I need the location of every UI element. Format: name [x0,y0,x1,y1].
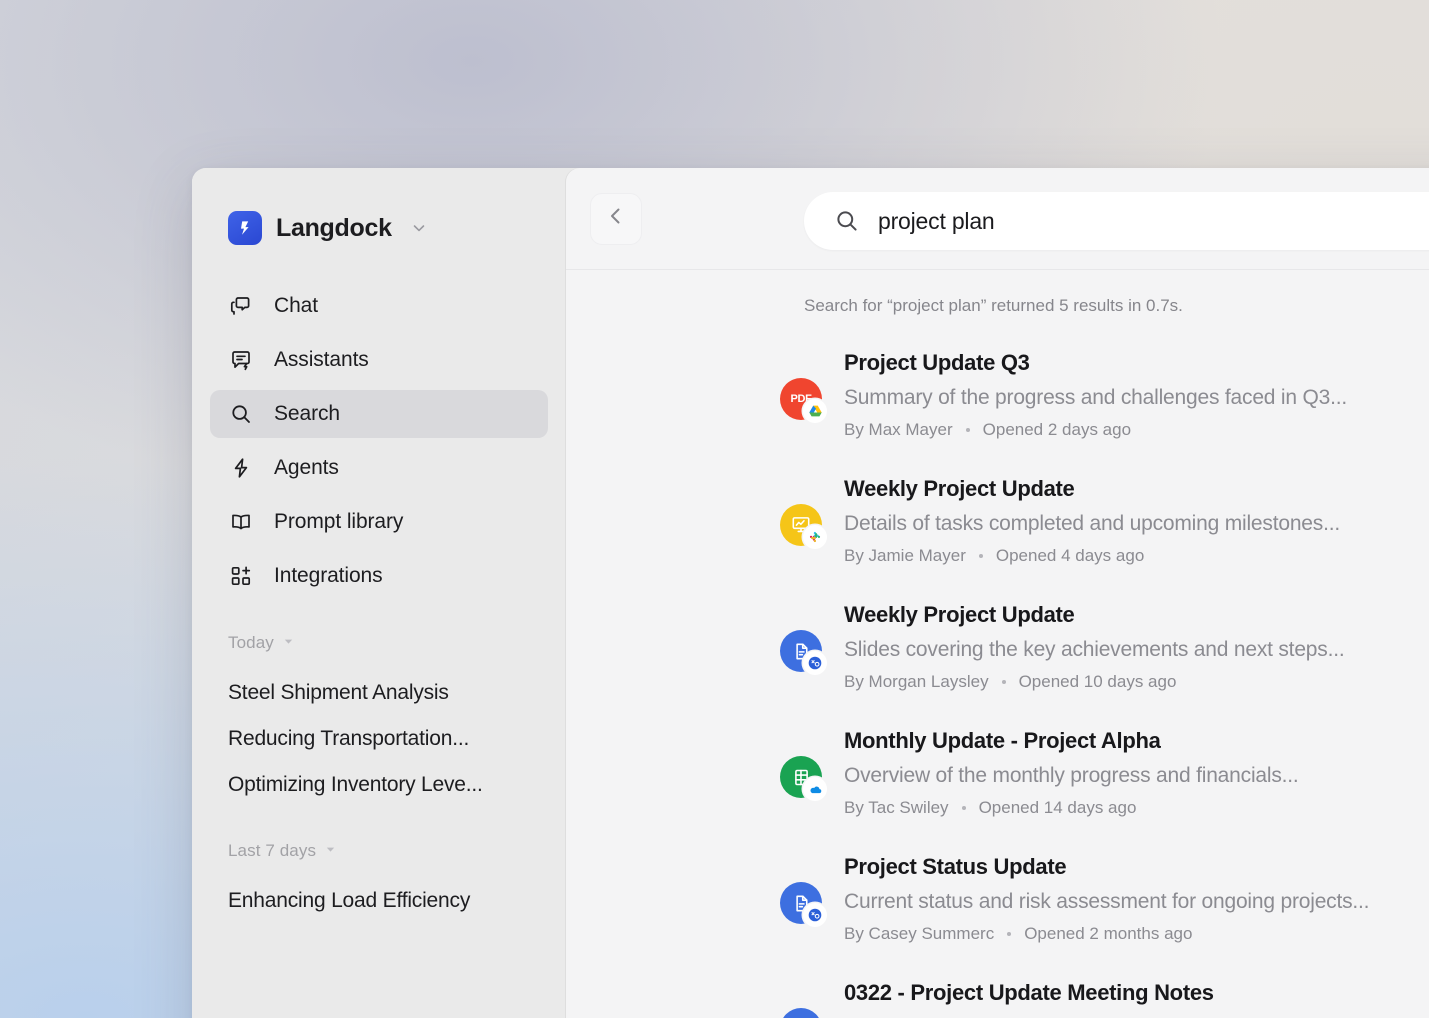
history-item[interactable]: Steel Shipment Analysis [192,670,566,716]
search-result-body: Project Update Q3 Summary of the progres… [844,342,1429,440]
results-summary-text: Search for “project plan” returned 5 res… [804,296,1183,315]
meta-separator-dot [965,428,970,432]
history-group-last-7-days[interactable]: Last 7 days [192,836,566,866]
search-result-opened: Opened 10 days ago [1018,672,1177,691]
meta-separator-dot [1007,932,1012,936]
box-icon [803,651,827,675]
workspace-switcher[interactable]: Langdock [192,208,566,248]
search-result-opened: Opened 2 days ago [982,420,1132,439]
back-button[interactable] [590,192,642,245]
search-result-meta: By Morgan Laysley Opened 10 days ago [844,672,1429,692]
spreadsheet-file-icon [780,756,827,801]
search-input[interactable]: project plan [804,192,1429,250]
assistant-chat-icon [228,347,254,373]
sidebar-item-chat[interactable]: Chat [210,282,548,330]
search-header: project plan [566,168,1429,270]
search-result-snippet: Current status and risk assessment for o… [844,890,1370,913]
search-result-title: Weekly Project Update [844,602,1075,627]
search-result-meta: By Jamie Mayer Opened 4 days ago [844,546,1429,566]
search-result-author: By Jamie Mayer [844,546,966,565]
caret-down-icon [325,842,336,860]
history-item[interactable]: Optimizing Inventory Leve... [192,762,566,808]
search-icon [228,401,254,427]
search-result-body: Project Status Update Current status and… [844,846,1429,944]
search-result-snippet: Details of tasks completed and upcoming … [844,512,1340,535]
sidebar-item-integrations[interactable]: Integrations [210,552,548,600]
workspace-name: Langdock [276,213,392,242]
grid-plus-icon [228,563,254,589]
open-book-icon [228,509,254,535]
document-file-icon [780,630,827,675]
search-result-title: Weekly Project Update [844,476,1075,501]
meta-separator-dot [978,554,983,558]
pdf-file-icon: PDF [780,378,827,423]
search-result-row[interactable]: Weekly Project Update Slides covering th… [566,594,1429,720]
search-result-title: Project Status Update [844,854,1067,879]
onedrive-icon [803,777,827,801]
sidebar-item-label: Integrations [274,564,383,587]
search-icon [834,208,860,234]
sidebar-item-label: Agents [274,456,339,479]
search-result-row[interactable]: Project Status Update Current status and… [566,846,1429,972]
sidebar-item-label: Chat [274,294,318,317]
search-result-title: Project Update Q3 [844,350,1030,375]
sidebar-item-agents[interactable]: Agents [210,444,548,492]
meta-separator-dot [1001,680,1006,684]
search-result-body: Monthly Update - Project Alpha Overview … [844,720,1429,818]
sidebar-item-assistants[interactable]: Assistants [210,336,548,384]
slack-icon [803,525,827,549]
search-result-author: By Morgan Laysley [844,672,989,691]
search-result-author: By Max Mayer [844,420,953,439]
sidebar-item-search[interactable]: Search [210,390,548,438]
search-result-row[interactable]: PDF Project Update Q3 Summary of the pro… [566,342,1429,468]
desktop-backdrop: Langdock Chat Assistants Search Agents P… [0,0,1429,1018]
app-window: Langdock Chat Assistants Search Agents P… [192,168,1429,1018]
search-result-body: Weekly Project Update Details of tasks c… [844,468,1429,566]
search-result-meta: By Tac Swiley Opened 14 days ago [844,798,1429,818]
search-result-author: By Casey Summerc [844,924,995,943]
search-result-meta: By Max Mayer Opened 2 days ago [844,420,1429,440]
sidebar-item-label: Assistants [274,348,369,371]
history-item[interactable]: Enhancing Load Efficiency [192,878,566,924]
search-result-title: Monthly Update - Project Alpha [844,728,1161,753]
search-result-row[interactable]: Weekly Project Update Details of tasks c… [566,468,1429,594]
search-result-meta: By Casey Summerc Opened 2 months ago [844,924,1429,944]
search-result-body: Weekly Project Update Slides covering th… [844,594,1429,692]
document-file-icon [780,882,827,927]
sidebar-item-prompt-library[interactable]: Prompt library [210,498,548,546]
sidebar: Langdock Chat Assistants Search Agents P… [192,168,566,1018]
search-result-snippet: Summary of the progress and challenges f… [844,386,1348,409]
presentation-file-icon [780,504,827,549]
history-group-label: Last 7 days [228,841,317,860]
sidebar-nav: Chat Assistants Search Agents Prompt lib… [192,282,566,600]
box-icon [803,903,827,927]
search-input-value: project plan [878,207,995,234]
history-group-label: Today [228,633,274,652]
sidebar-item-label: Prompt library [274,510,404,533]
search-result-row[interactable]: Monthly Update - Project Alpha Overview … [566,720,1429,846]
lightning-bolt-icon [228,455,254,481]
history-item[interactable]: Reducing Transportation... [192,716,566,762]
search-results: Search for “project plan” returned 5 res… [566,270,1429,1018]
caret-down-icon [283,634,294,652]
search-result-body: 0322 - Project Update Meeting Notes [844,972,1429,1016]
search-result-opened: Opened 14 days ago [978,798,1137,817]
history-group-today[interactable]: Today [192,628,566,658]
search-result-title: 0322 - Project Update Meeting Notes [844,980,1214,1005]
search-result-author: By Tac Swiley [844,798,949,817]
chat-bubbles-icon [228,293,254,319]
sidebar-item-label: Search [274,402,340,425]
search-result-opened: Opened 4 days ago [995,546,1145,565]
search-result-opened: Opened 2 months ago [1024,924,1193,943]
langdock-logo-icon [228,211,262,245]
search-result-snippet: Slides covering the key achievements and… [844,638,1345,661]
chevron-down-icon[interactable] [410,219,428,237]
search-result-snippet: Overview of the monthly progress and fin… [844,764,1299,787]
document-file-icon [780,1008,822,1018]
chevron-left-icon [604,204,628,233]
meta-separator-dot [961,806,966,810]
google-drive-icon [803,399,827,423]
main-panel: project plan Search for “project plan” r… [566,168,1429,1018]
search-result-row[interactable]: 0322 - Project Update Meeting Notes [566,972,1429,1018]
